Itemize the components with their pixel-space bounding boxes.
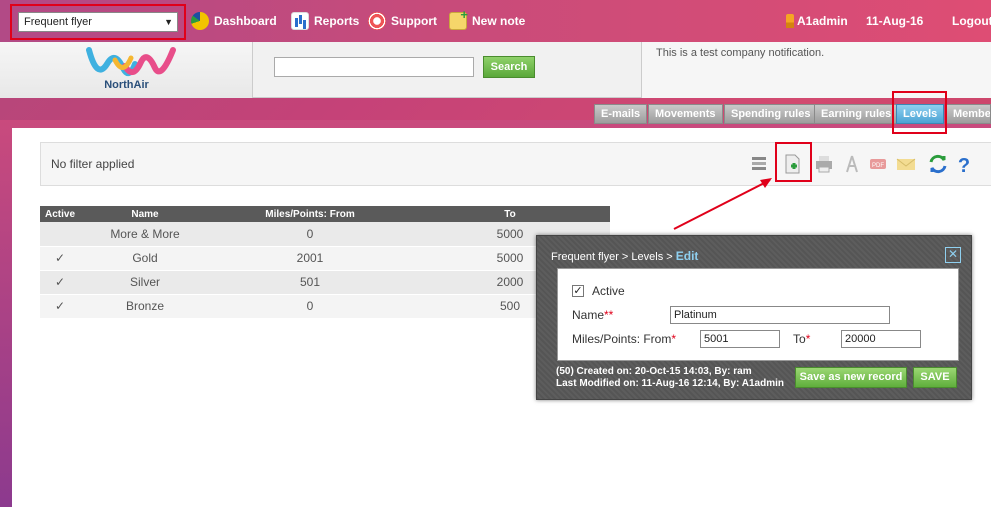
user-icon (786, 14, 794, 28)
modified-info: Last Modified on: 11-Aug-16 12:14, By: A… (556, 378, 785, 389)
save-as-new-button[interactable]: Save as new record (795, 367, 907, 388)
user-menu[interactable]: A1admin (786, 11, 848, 31)
dialog-form: ✓ Active Name** Platinum Miles/Points: F… (557, 268, 959, 361)
tab-spending-rules[interactable]: Spending rules (724, 104, 818, 124)
to-label: To* (793, 332, 810, 346)
to-label-text: To (793, 332, 806, 346)
col-name[interactable]: Name (80, 206, 210, 222)
module-select-highlight: Frequent flyer ▼ (10, 4, 186, 40)
table-row[interactable]: ✓ Silver 501 2000 (40, 270, 610, 295)
dashboard-icon (191, 12, 209, 30)
refresh-icon[interactable] (927, 153, 949, 175)
row-from: 0 (210, 294, 410, 319)
col-to[interactable]: To (410, 206, 610, 222)
record-meta: (50) Created on: 20-Oct-15 14:03, By: ra… (556, 366, 784, 390)
tab-members[interactable]: Members (946, 104, 991, 124)
from-field[interactable]: 5001 (700, 330, 780, 348)
active-checkbox[interactable]: ✓ (572, 285, 584, 297)
search-input[interactable] (274, 57, 474, 77)
columns-icon[interactable] (749, 153, 771, 175)
logout-link[interactable]: Logout (952, 11, 991, 31)
tab-earning-rules[interactable]: Earning rules (814, 104, 899, 124)
dialog-mode: Edit (675, 249, 699, 263)
row-name: Silver (80, 270, 210, 295)
reports-icon (291, 12, 309, 30)
dialog-breadcrumb: Frequent flyer > Levels > (551, 251, 676, 263)
logo[interactable]: NorthAir (0, 42, 253, 98)
to-required-mark: * (805, 332, 811, 346)
tab-row: E-mails Movements Spending rules Earning… (0, 98, 991, 128)
table-row[interactable]: More & More 0 5000 (40, 222, 610, 247)
row-active: ✓ (40, 270, 80, 295)
levels-table: Active Name Miles/Points: From To More &… (40, 206, 610, 319)
header: NorthAir Search This is a test company n… (0, 42, 991, 98)
tab-emails[interactable]: E-mails (594, 104, 648, 124)
row-from: 501 (210, 270, 410, 295)
nav-new-note[interactable]: New note (449, 7, 526, 31)
nav-reports[interactable]: Reports (291, 11, 359, 31)
row-from: 0 (210, 222, 410, 247)
company-notification: This is a test company notification. (641, 42, 991, 98)
current-date: 11-Aug-16 (866, 14, 924, 28)
search-button[interactable]: Search (483, 56, 535, 78)
chevron-down-icon: ▼ (164, 17, 173, 27)
module-select-value: Frequent flyer (24, 16, 92, 28)
save-button[interactable]: SAVE (913, 367, 957, 388)
col-from[interactable]: Miles/Points: From (210, 206, 410, 222)
support-icon (368, 12, 386, 30)
row-active (40, 222, 80, 247)
help-icon[interactable]: ? (953, 153, 975, 175)
from-label: Miles/Points: From* (572, 332, 676, 346)
nav-support[interactable]: Support (368, 11, 437, 31)
row-active: ✓ (40, 294, 80, 319)
row-name: More & More (80, 222, 210, 247)
row-active: ✓ (40, 246, 80, 271)
tab-levels[interactable]: Levels (896, 104, 945, 124)
row-name: Gold (80, 246, 210, 271)
svg-text:?: ? (958, 155, 970, 175)
nav-dashboard[interactable]: Dashboard (191, 11, 277, 31)
table-row[interactable]: ✓ Gold 2001 5000 (40, 246, 610, 271)
table-row[interactable]: ✓ Bronze 0 500 (40, 294, 610, 319)
email-icon[interactable] (895, 153, 917, 175)
to-field[interactable]: 20000 (841, 330, 921, 348)
nav-reports-label: Reports (314, 14, 360, 28)
pdf-icon[interactable] (841, 153, 863, 175)
name-field[interactable]: Platinum (670, 306, 890, 324)
filter-bar: No filter applied PDF ? (40, 142, 991, 186)
svg-text:PDF: PDF (872, 163, 884, 169)
tab-movements[interactable]: Movements (648, 104, 723, 124)
col-active[interactable]: Active (40, 206, 80, 222)
new-record-icon[interactable] (781, 153, 803, 175)
nav-new-note-label: New note (472, 14, 526, 28)
northair-logo-icon (86, 47, 176, 77)
nav-support-label: Support (391, 14, 437, 28)
created-info: (50) Created on: 20-Oct-15 14:03, By: ra… (556, 366, 752, 377)
row-from: 2001 (210, 246, 410, 271)
from-required-mark: * (671, 332, 677, 346)
name-label-text: Name (572, 308, 605, 322)
new-note-icon (449, 7, 468, 30)
from-label-text: Miles/Points: From (572, 332, 672, 346)
top-bar: Frequent flyer ▼ Dashboard Reports Suppo… (0, 0, 991, 42)
pdf-export-icon[interactable]: PDF (867, 153, 889, 175)
nav-dashboard-label: Dashboard (214, 14, 277, 28)
row-name: Bronze (80, 294, 210, 319)
logo-text: NorthAir (104, 79, 149, 91)
filter-status: No filter applied (51, 157, 135, 171)
print-icon[interactable] (813, 153, 835, 175)
table-header-row: Active Name Miles/Points: From To (40, 206, 610, 222)
dialog-title: Frequent flyer > Levels > Edit (551, 249, 698, 263)
edit-level-dialog: Frequent flyer > Levels > Edit ✕ ✓ Activ… (536, 235, 972, 400)
name-required-mark: ** (604, 308, 614, 322)
active-label: Active (592, 284, 625, 298)
module-select[interactable]: Frequent flyer ▼ (18, 12, 178, 32)
user-name: A1admin (797, 14, 848, 28)
name-label: Name** (572, 308, 613, 322)
close-icon[interactable]: ✕ (945, 247, 961, 263)
